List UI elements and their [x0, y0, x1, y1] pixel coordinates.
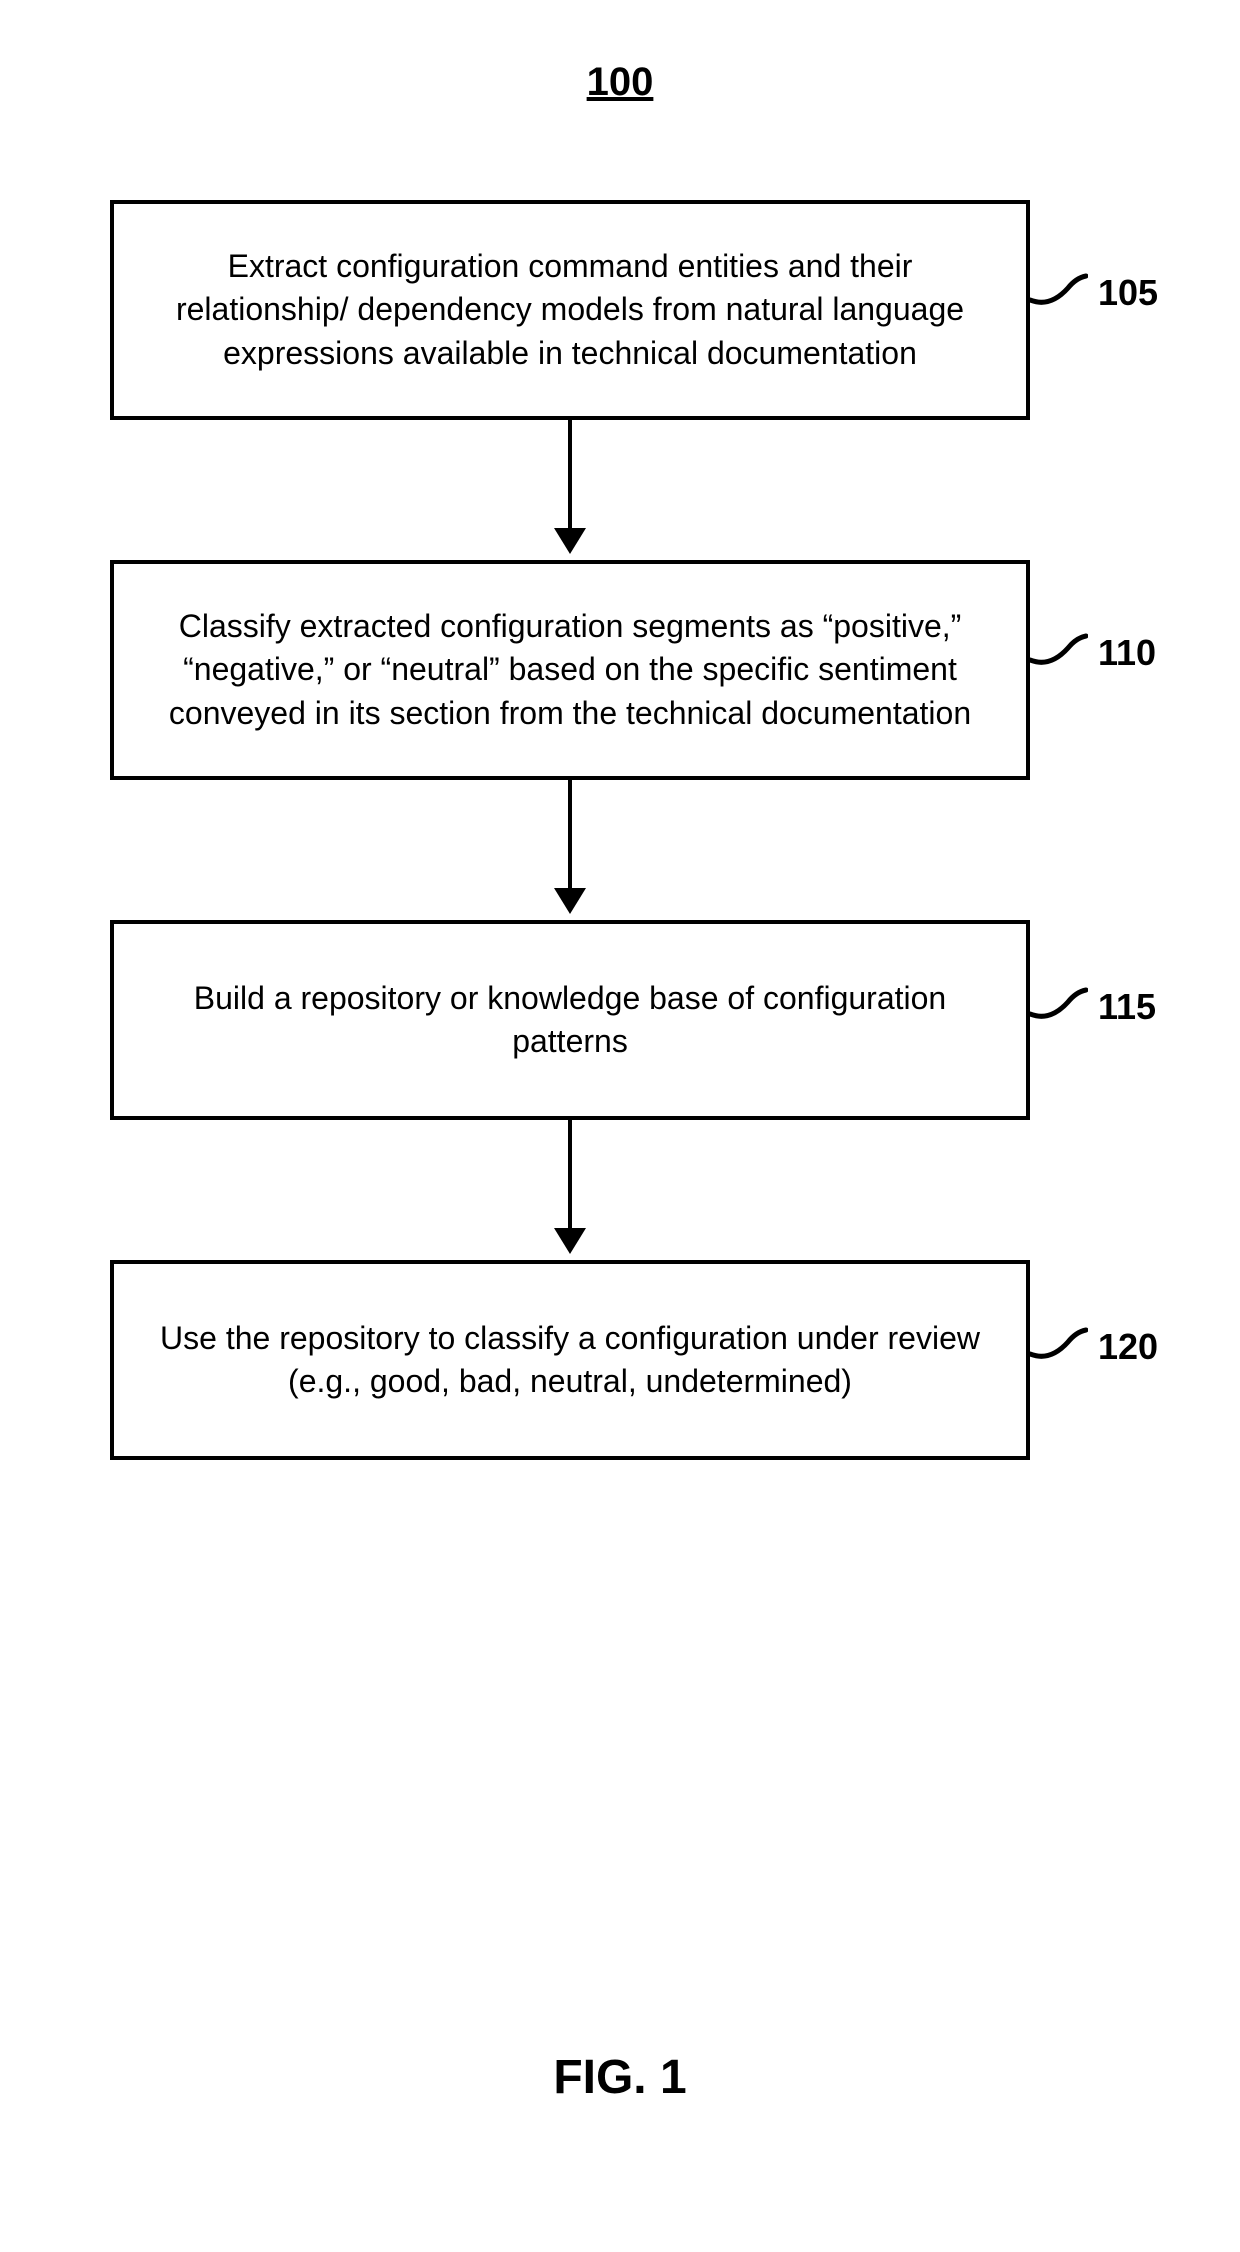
leader-hook-icon: [1030, 1324, 1088, 1364]
arrow-icon: [568, 780, 572, 890]
diagram-number: 100: [0, 60, 1240, 105]
arrowhead-icon: [554, 1228, 586, 1254]
step-text: Use the repository to classify a configu…: [154, 1317, 986, 1403]
step-ref-120: 120: [1098, 1326, 1158, 1368]
step-ref-110: 110: [1098, 632, 1156, 674]
leader-hook-icon: [1030, 984, 1088, 1024]
arrowhead-icon: [554, 888, 586, 914]
leader-hook-icon: [1030, 630, 1088, 670]
step-box-120: Use the repository to classify a configu…: [110, 1260, 1030, 1460]
step-text: Classify extracted configuration segment…: [154, 605, 986, 735]
step-text: Build a repository or knowledge base of …: [154, 977, 986, 1063]
step-box-105: Extract configuration command entities a…: [110, 200, 1030, 420]
arrow-icon: [568, 420, 572, 530]
arrowhead-icon: [554, 528, 586, 554]
step-ref-115: 115: [1098, 986, 1156, 1028]
step-ref-105: 105: [1098, 272, 1158, 314]
leader-hook-icon: [1030, 270, 1088, 310]
figure-label: FIG. 1: [0, 2050, 1240, 2105]
step-text: Extract configuration command entities a…: [154, 245, 986, 375]
flowchart-canvas: 100 Extract configuration command entiti…: [0, 0, 1240, 2252]
step-box-110: Classify extracted configuration segment…: [110, 560, 1030, 780]
arrow-icon: [568, 1120, 572, 1230]
step-box-115: Build a repository or knowledge base of …: [110, 920, 1030, 1120]
